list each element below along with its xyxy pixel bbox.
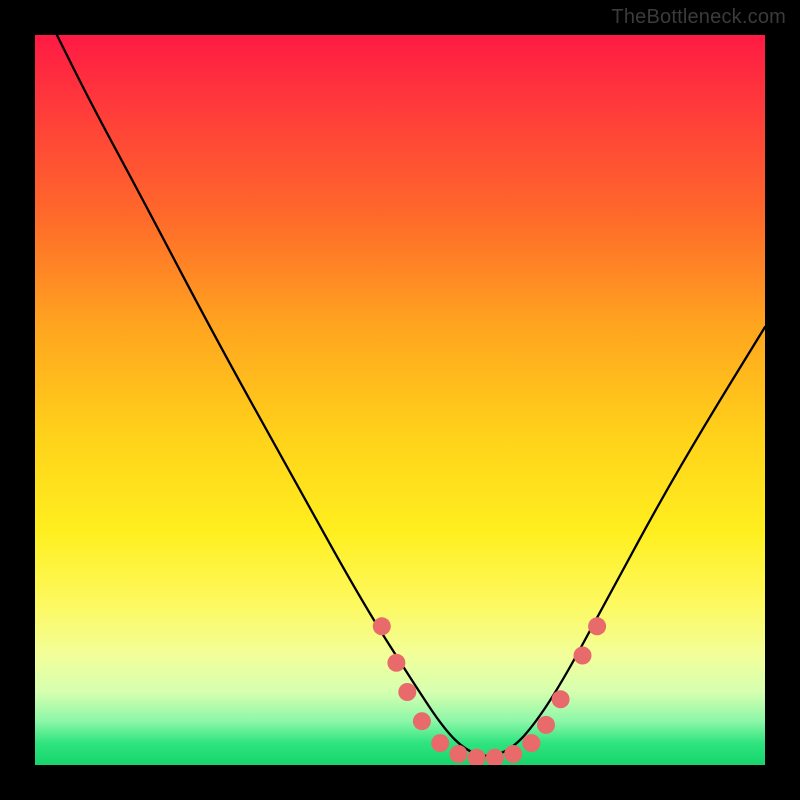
attribution-text: TheBottleneck.com xyxy=(611,6,786,29)
marker-point xyxy=(413,712,431,730)
marker-point xyxy=(574,647,592,665)
highlighted-points xyxy=(373,617,606,765)
marker-point xyxy=(504,745,522,763)
marker-point xyxy=(449,745,467,763)
marker-point xyxy=(398,683,416,701)
bottleneck-curve xyxy=(57,35,765,756)
chart-svg xyxy=(35,35,765,765)
marker-point xyxy=(486,749,504,765)
chart-frame: TheBottleneck.com xyxy=(0,0,800,800)
marker-point xyxy=(387,654,405,672)
marker-point xyxy=(431,734,449,752)
plot-area xyxy=(35,35,765,765)
marker-point xyxy=(552,690,570,708)
marker-point xyxy=(537,716,555,734)
marker-point xyxy=(373,617,391,635)
marker-point xyxy=(522,734,540,752)
marker-point xyxy=(588,617,606,635)
